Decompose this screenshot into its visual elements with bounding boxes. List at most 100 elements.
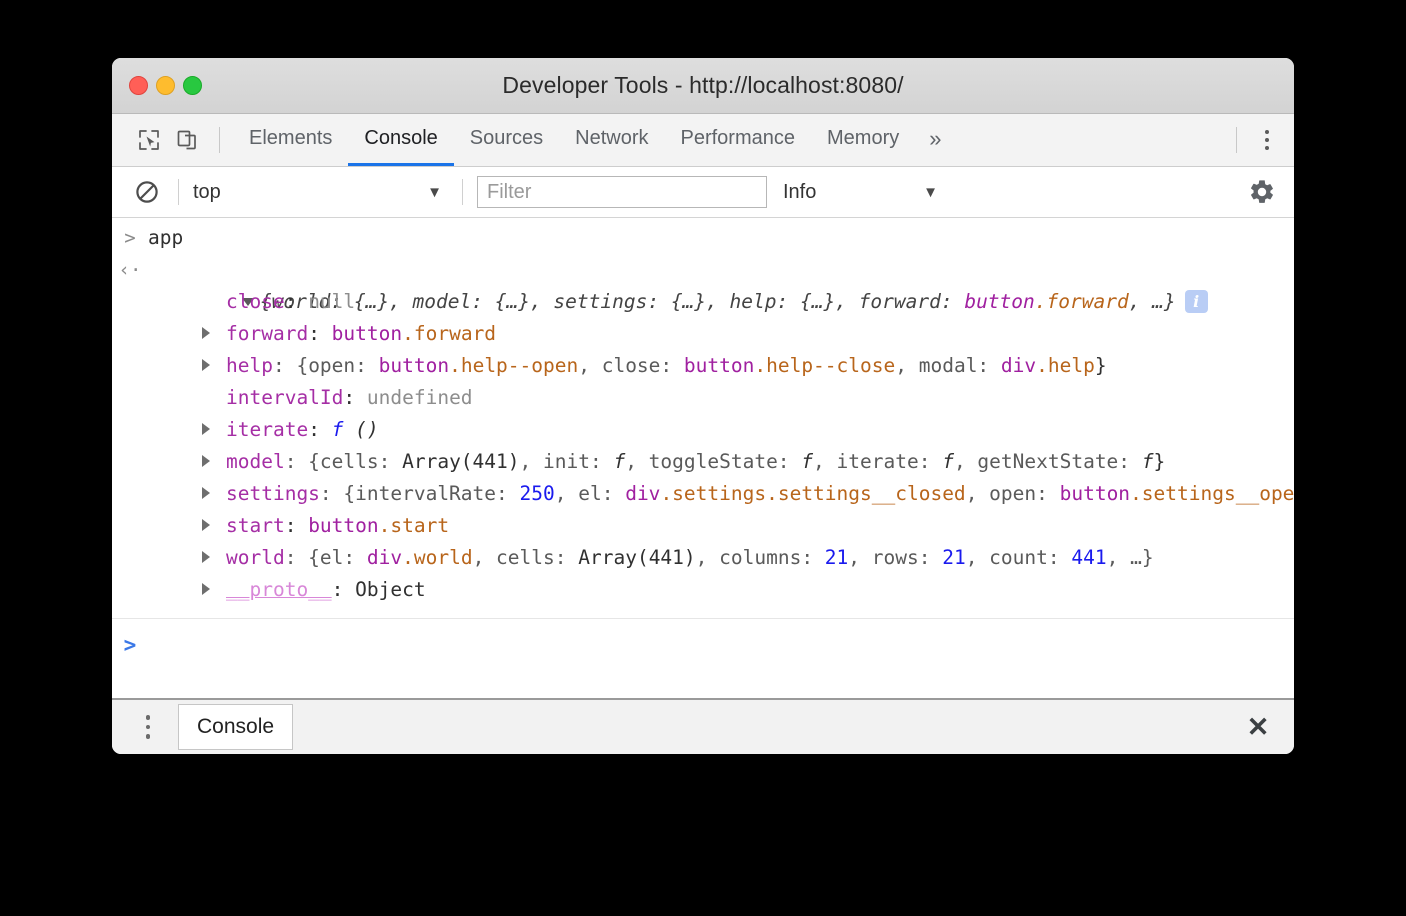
property-value-token: .settings.settings__closed <box>660 482 965 505</box>
expand-toggle-icon[interactable] <box>202 446 226 478</box>
property-value-token: 21 <box>825 546 848 569</box>
property-value-token: button <box>308 514 378 537</box>
property-value-token: : {intervalRate: <box>320 482 520 505</box>
object-property-row[interactable]: model: {cells: Array(441), init: f, togg… <box>112 446 1294 478</box>
window-titlebar: Developer Tools - http://localhost:8080/ <box>112 58 1294 114</box>
tab-performance[interactable]: Performance <box>665 114 812 166</box>
minimize-window-button[interactable] <box>156 76 175 95</box>
property-text: world: {el: div.world, cells: Array(441)… <box>148 542 1294 574</box>
property-text: close: null <box>148 286 1294 318</box>
drawer-tab-console[interactable]: Console <box>178 704 293 750</box>
property-value-token: , cells: <box>473 546 579 569</box>
property-value-token: , close: <box>578 354 684 377</box>
clear-console-icon[interactable] <box>130 175 164 209</box>
property-value-token: 441 <box>1071 546 1106 569</box>
property-value-token: null <box>308 290 355 313</box>
property-value-token: button <box>1060 482 1130 505</box>
tab-sources[interactable]: Sources <box>454 114 559 166</box>
property-text: start: button.start <box>148 510 1294 542</box>
property-value-token: : <box>343 386 366 409</box>
property-name: model <box>226 450 285 473</box>
object-property-row[interactable]: intervalId: undefined <box>112 382 1294 414</box>
drawer-more-options-icon[interactable] <box>134 707 162 747</box>
triangle-right-icon[interactable] <box>202 583 210 595</box>
zoom-window-button[interactable] <box>183 76 202 95</box>
more-tabs-icon[interactable]: » <box>915 114 955 166</box>
triangle-right-icon[interactable] <box>202 487 210 499</box>
property-name: help <box>226 354 273 377</box>
tabbar-divider-right <box>1236 127 1237 153</box>
property-value-token: button <box>684 354 754 377</box>
expand-toggle-icon[interactable] <box>202 510 226 542</box>
property-value-token: button <box>379 354 449 377</box>
console-input-text: app <box>148 222 1294 254</box>
console-output[interactable]: > app ‹· {world: {…}, model: {…}, settin… <box>112 218 1294 698</box>
property-value-token: : <box>308 418 331 441</box>
triangle-right-icon[interactable] <box>202 455 210 467</box>
property-text: iterate: f () <box>148 414 1294 446</box>
property-value-token: , init: <box>520 450 614 473</box>
property-value-token: div <box>1001 354 1036 377</box>
log-level-select[interactable]: Info ▼ <box>783 175 938 209</box>
property-value-token: Array(441) <box>578 546 695 569</box>
triangle-right-icon[interactable] <box>202 327 210 339</box>
filterbar-divider-1 <box>178 179 179 205</box>
property-value-token: : <box>285 290 308 313</box>
triangle-right-icon[interactable] <box>202 551 210 563</box>
object-property-row[interactable]: forward: button.forward <box>112 318 1294 350</box>
expand-toggle-icon[interactable] <box>202 350 226 382</box>
property-value-token: div <box>625 482 660 505</box>
device-toolbar-icon[interactable] <box>168 121 206 159</box>
property-value-token: .help <box>1036 354 1095 377</box>
property-value-token: Array(441) <box>402 450 519 473</box>
object-property-row[interactable]: world: {el: div.world, cells: Array(441)… <box>112 542 1294 574</box>
property-value-token: , getNextState: <box>954 450 1142 473</box>
expand-toggle-icon[interactable] <box>202 542 226 574</box>
property-value-token: .help--open <box>449 354 578 377</box>
property-value-token: f <box>1142 450 1154 473</box>
property-value-token: .world <box>402 546 472 569</box>
execution-context-select[interactable]: top ▼ <box>193 175 448 209</box>
triangle-right-icon[interactable] <box>202 519 210 531</box>
property-name: __proto__ <box>226 578 332 601</box>
tab-network[interactable]: Network <box>559 114 664 166</box>
window-title: Developer Tools - http://localhost:8080/ <box>112 72 1294 99</box>
object-property-row[interactable]: close: null <box>112 286 1294 318</box>
tab-elements[interactable]: Elements <box>233 114 348 166</box>
property-name: start <box>226 514 285 537</box>
close-drawer-icon[interactable]: ✕ <box>1238 707 1278 747</box>
object-property-row[interactable]: iterate: f () <box>112 414 1294 446</box>
object-property-rows: close: nullforward: button.forward help : … <box>112 286 1294 606</box>
tab-memory[interactable]: Memory <box>811 114 915 166</box>
property-value-token: .help--close <box>754 354 895 377</box>
more-options-icon[interactable] <box>1250 121 1284 159</box>
devtools-tabbar: Elements Console Sources Network Perform… <box>112 114 1294 167</box>
expand-toggle-icon[interactable] <box>202 574 226 606</box>
property-value-token: Object <box>355 578 425 601</box>
property-value-token: f <box>613 450 625 473</box>
expand-toggle-icon[interactable] <box>202 318 226 350</box>
object-property-row[interactable]: settings: {intervalRate: 250, el: div.se… <box>112 478 1294 510</box>
property-value-token: : {el: <box>285 546 367 569</box>
triangle-right-icon[interactable] <box>202 359 210 371</box>
triangle-right-icon[interactable] <box>202 423 210 435</box>
property-value-token: , columns: <box>696 546 825 569</box>
object-property-row[interactable]: start: button.start <box>112 510 1294 542</box>
property-text: intervalId: undefined <box>148 382 1294 414</box>
console-prompt[interactable]: > <box>112 625 1294 665</box>
property-value-token: f <box>801 450 813 473</box>
property-value-token: div <box>367 546 402 569</box>
chevron-down-icon: ▼ <box>923 185 938 200</box>
object-property-row[interactable]: help: {open: button.help--open, close: b… <box>112 350 1294 382</box>
property-value-token: : <box>332 578 355 601</box>
property-value-token: : {cells: <box>285 450 402 473</box>
inspect-cursor-icon[interactable] <box>130 121 168 159</box>
filter-input[interactable] <box>477 176 767 208</box>
tab-console[interactable]: Console <box>348 114 453 166</box>
property-text: __proto__: Object <box>148 574 1294 606</box>
expand-toggle-icon[interactable] <box>202 478 226 510</box>
expand-toggle-icon[interactable] <box>202 414 226 446</box>
object-property-row[interactable]: __proto__: Object <box>112 574 1294 606</box>
settings-gear-icon[interactable] <box>1244 174 1280 210</box>
close-window-button[interactable] <box>129 76 148 95</box>
